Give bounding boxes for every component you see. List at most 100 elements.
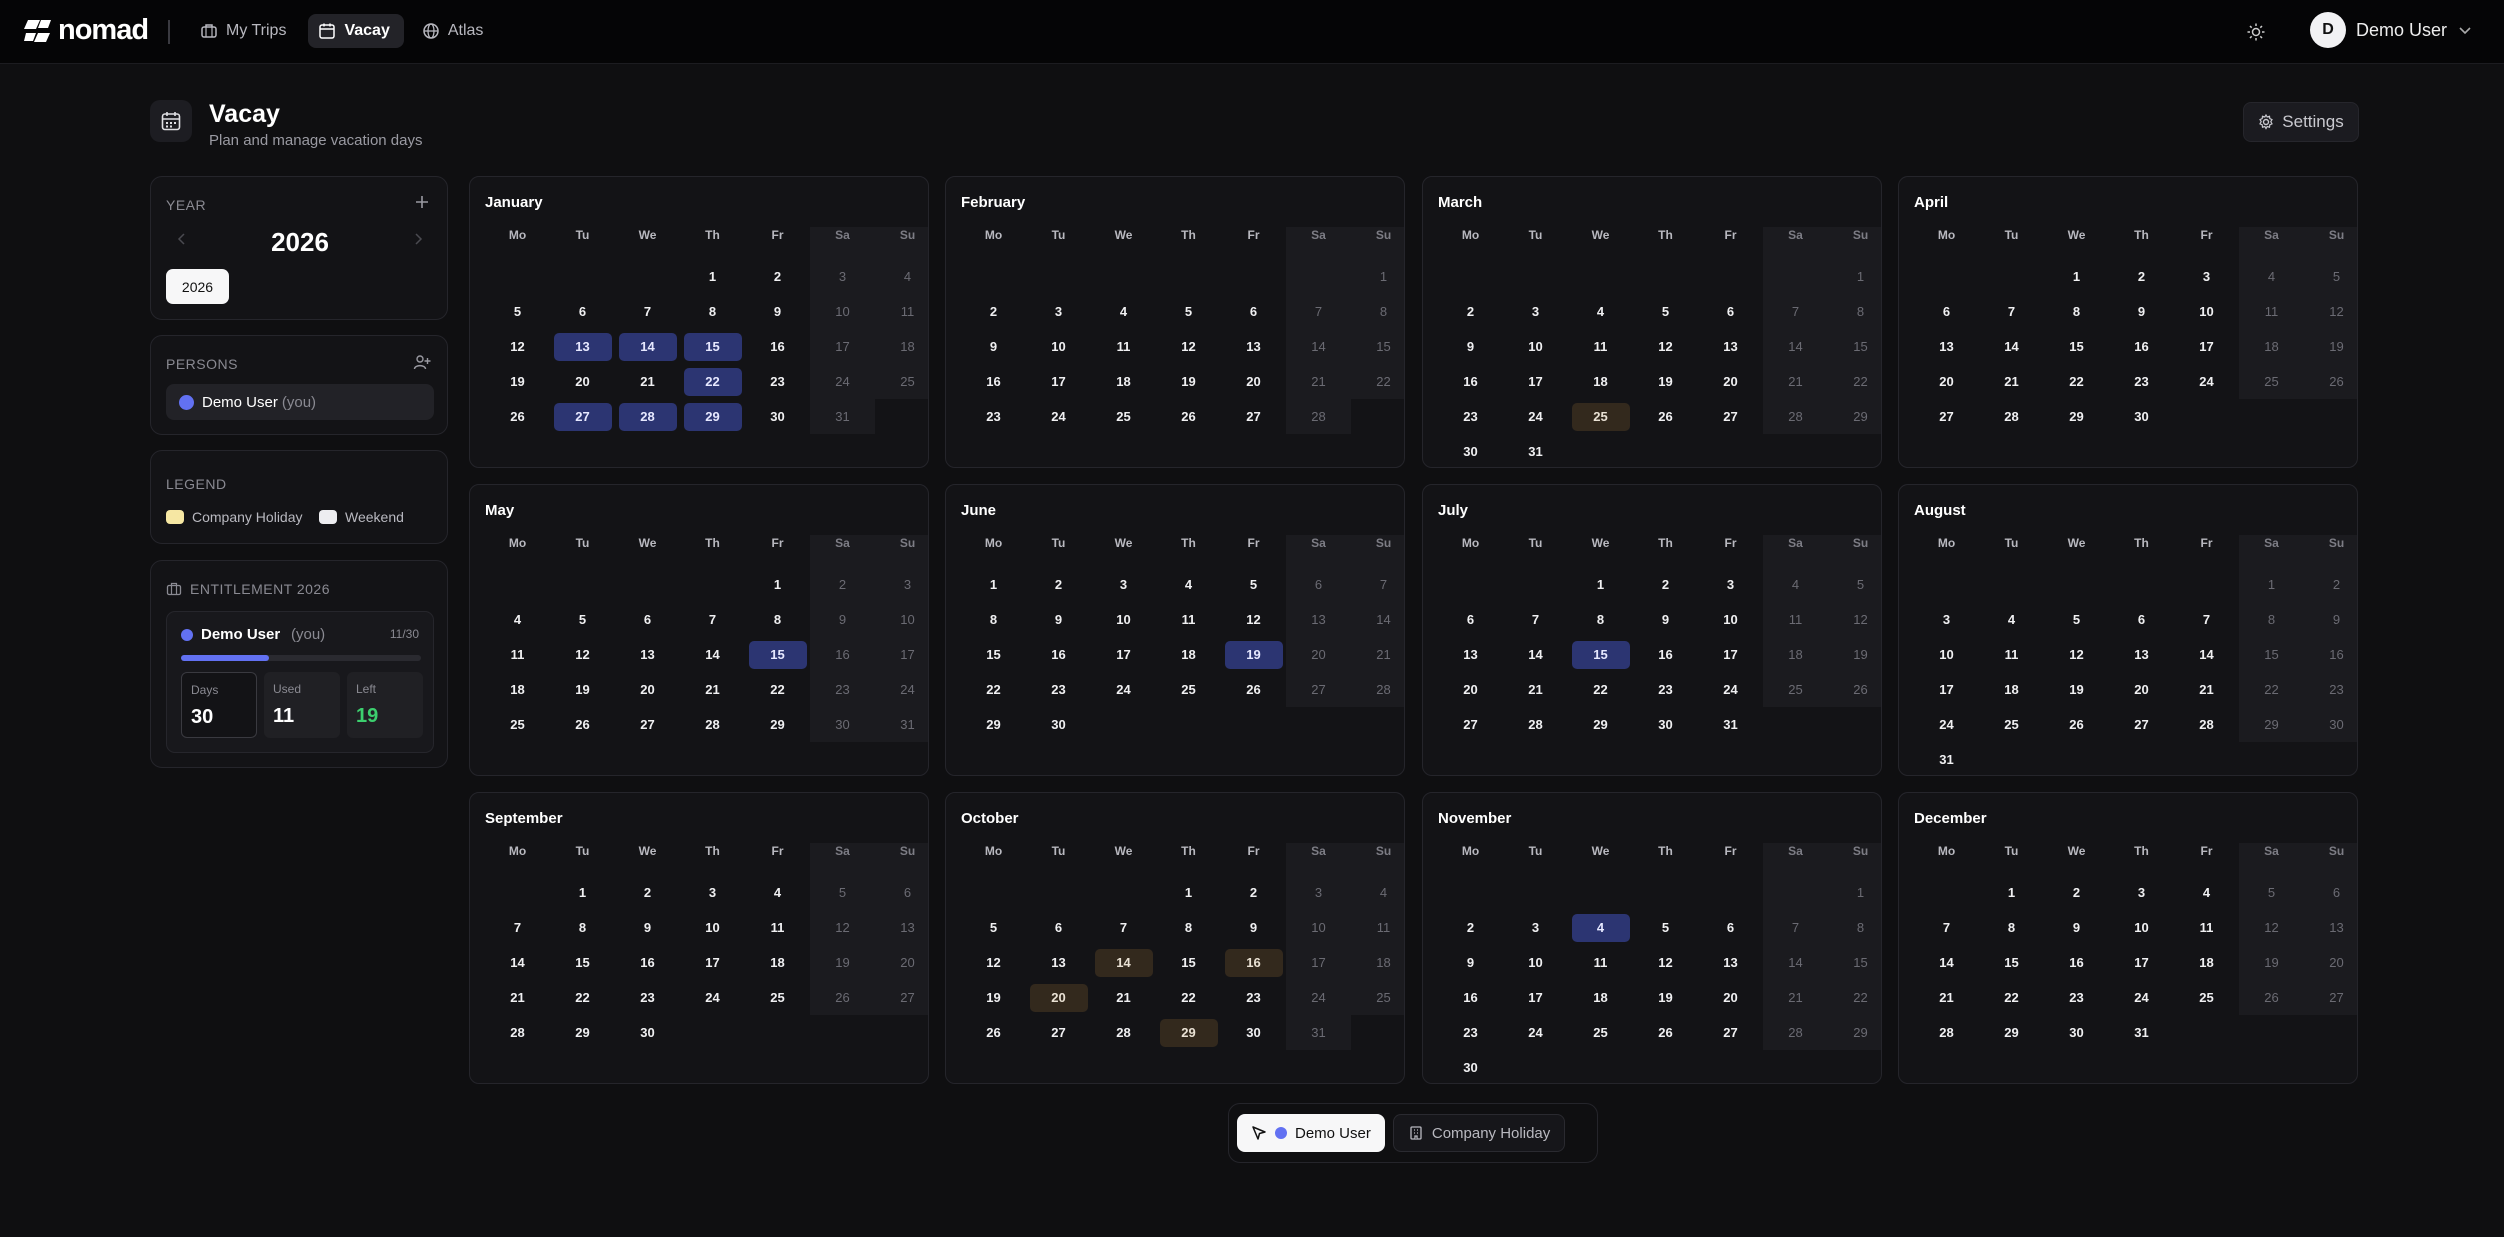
day-cell[interactable]: 28	[615, 399, 680, 434]
day-cell[interactable]: 11	[1156, 602, 1221, 637]
day-cell[interactable]: 14	[1979, 329, 2044, 364]
day-cell[interactable]: 24	[1698, 672, 1763, 707]
day-cell[interactable]: 11	[1979, 637, 2044, 672]
day-cell[interactable]: 17	[2174, 329, 2239, 364]
day-cell[interactable]: 18	[1568, 980, 1633, 1015]
day-cell[interactable]: 31	[2109, 1015, 2174, 1050]
day-cell[interactable]: 21	[2174, 672, 2239, 707]
day-cell[interactable]: 29	[1979, 1015, 2044, 1050]
day-cell[interactable]: 27	[1438, 707, 1503, 742]
day-cell[interactable]: 21	[1503, 672, 1568, 707]
day-cell[interactable]: 6	[1914, 294, 1979, 329]
day-cell[interactable]: 2	[1438, 910, 1503, 945]
day-cell[interactable]: 12	[1633, 329, 1698, 364]
day-cell[interactable]: 26	[961, 1015, 1026, 1050]
day-cell[interactable]: 12	[961, 945, 1026, 980]
day-cell[interactable]: 9	[1438, 329, 1503, 364]
day-cell[interactable]: 15	[550, 945, 615, 980]
day-cell[interactable]: 12	[1156, 329, 1221, 364]
day-cell[interactable]: 10	[1026, 329, 1091, 364]
day-cell[interactable]: 29	[961, 707, 1026, 742]
day-cell[interactable]: 26	[550, 707, 615, 742]
day-cell[interactable]: 30	[1633, 707, 1698, 742]
day-cell[interactable]: 28	[1091, 1015, 1156, 1050]
day-cell[interactable]: 7	[1979, 294, 2044, 329]
day-cell[interactable]: 19	[1221, 637, 1286, 672]
day-cell[interactable]: 3	[1026, 294, 1091, 329]
day-cell[interactable]: 25	[1091, 399, 1156, 434]
day-cell[interactable]: 19	[1633, 364, 1698, 399]
day-cell[interactable]: 29	[550, 1015, 615, 1050]
day-cell[interactable]: 17	[1914, 672, 1979, 707]
day-cell[interactable]: 14	[485, 945, 550, 980]
day-cell[interactable]: 4	[485, 602, 550, 637]
day-cell[interactable]: 12	[1221, 602, 1286, 637]
day-cell[interactable]: 1	[961, 567, 1026, 602]
day-cell[interactable]: 5	[1633, 294, 1698, 329]
day-cell[interactable]: 24	[1914, 707, 1979, 742]
day-cell[interactable]: 19	[961, 980, 1026, 1015]
day-cell[interactable]: 20	[550, 364, 615, 399]
day-cell[interactable]: 29	[1568, 707, 1633, 742]
day-cell[interactable]: 14	[680, 637, 745, 672]
day-cell[interactable]: 31	[1914, 742, 1979, 775]
day-cell[interactable]: 28	[2174, 707, 2239, 742]
add-person-button[interactable]	[413, 353, 431, 376]
day-cell[interactable]: 29	[1156, 1015, 1221, 1050]
day-cell[interactable]: 8	[550, 910, 615, 945]
day-cell[interactable]: 7	[1091, 910, 1156, 945]
day-cell[interactable]: 20	[1221, 364, 1286, 399]
day-cell[interactable]: 22	[680, 364, 745, 399]
day-cell[interactable]: 12	[485, 329, 550, 364]
day-cell[interactable]: 11	[485, 637, 550, 672]
day-cell[interactable]: 8	[1568, 602, 1633, 637]
day-cell[interactable]: 17	[1091, 637, 1156, 672]
day-cell[interactable]: 10	[1503, 945, 1568, 980]
day-cell[interactable]: 12	[1633, 945, 1698, 980]
day-cell[interactable]: 4	[1091, 294, 1156, 329]
day-cell[interactable]: 16	[745, 329, 810, 364]
day-cell[interactable]: 10	[1914, 637, 1979, 672]
day-cell[interactable]: 16	[1438, 980, 1503, 1015]
day-cell[interactable]: 17	[1503, 980, 1568, 1015]
day-cell[interactable]: 23	[1438, 1015, 1503, 1050]
day-cell[interactable]: 10	[1091, 602, 1156, 637]
year-chip[interactable]: 2026	[166, 269, 229, 304]
day-cell[interactable]: 31	[1698, 707, 1763, 742]
day-cell[interactable]: 21	[1979, 364, 2044, 399]
day-cell[interactable]: 21	[615, 364, 680, 399]
day-cell[interactable]: 5	[1633, 910, 1698, 945]
day-cell[interactable]: 2	[1438, 294, 1503, 329]
day-cell[interactable]: 25	[1979, 707, 2044, 742]
day-cell[interactable]: 24	[680, 980, 745, 1015]
day-cell[interactable]: 23	[615, 980, 680, 1015]
day-cell[interactable]: 3	[1698, 567, 1763, 602]
day-cell[interactable]: 16	[615, 945, 680, 980]
day-cell[interactable]: 20	[2109, 672, 2174, 707]
day-cell[interactable]: 7	[1503, 602, 1568, 637]
day-cell[interactable]: 4	[1156, 567, 1221, 602]
day-cell[interactable]: 17	[1698, 637, 1763, 672]
person-item[interactable]: Demo User (you)	[166, 384, 434, 420]
day-cell[interactable]: 16	[1026, 637, 1091, 672]
day-cell[interactable]: 23	[2109, 364, 2174, 399]
day-cell[interactable]: 29	[680, 399, 745, 434]
day-cell[interactable]: 24	[2174, 364, 2239, 399]
add-year-button[interactable]	[413, 193, 431, 216]
day-cell[interactable]: 26	[485, 399, 550, 434]
day-cell[interactable]: 21	[1914, 980, 1979, 1015]
day-cell[interactable]: 23	[1026, 672, 1091, 707]
day-cell[interactable]: 25	[745, 980, 810, 1015]
day-cell[interactable]: 27	[1026, 1015, 1091, 1050]
day-cell[interactable]: 20	[615, 672, 680, 707]
next-year-button[interactable]	[411, 232, 425, 251]
day-cell[interactable]: 5	[1156, 294, 1221, 329]
day-cell[interactable]: 26	[2044, 707, 2109, 742]
day-cell[interactable]: 7	[2174, 602, 2239, 637]
nav-atlas[interactable]: Atlas	[412, 14, 498, 48]
day-cell[interactable]: 13	[1698, 945, 1763, 980]
day-cell[interactable]: 4	[2174, 875, 2239, 910]
day-cell[interactable]: 3	[2109, 875, 2174, 910]
day-cell[interactable]: 6	[1698, 910, 1763, 945]
day-cell[interactable]: 17	[1503, 364, 1568, 399]
